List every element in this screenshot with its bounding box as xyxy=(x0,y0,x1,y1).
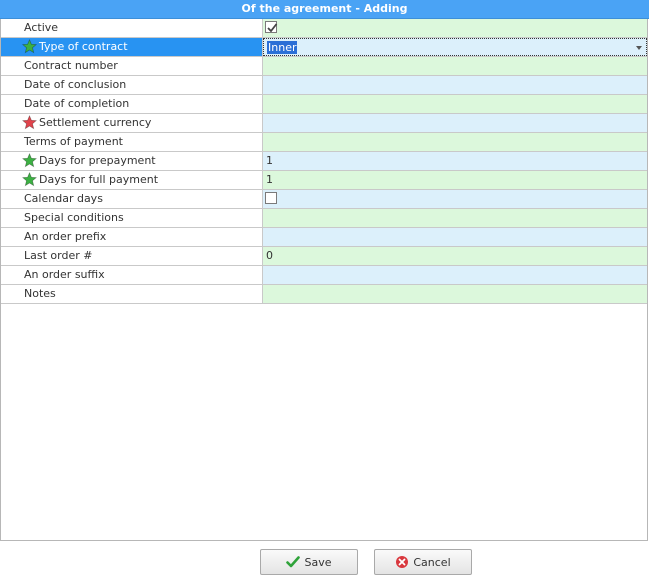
field-label: Type of contract xyxy=(1,38,263,56)
field-label-text: Date of completion xyxy=(24,97,130,110)
field-label-text: An order prefix xyxy=(24,230,107,243)
field-row[interactable]: Last order # 0 xyxy=(1,247,647,266)
field-row[interactable]: Special conditions xyxy=(1,209,647,228)
save-label: Save xyxy=(304,555,332,569)
save-button[interactable]: Save xyxy=(260,549,358,575)
checkmark-icon xyxy=(286,555,301,569)
field-label-text: Date of conclusion xyxy=(24,78,127,91)
field-checkbox-cell[interactable] xyxy=(263,19,647,37)
field-row[interactable]: An order suffix xyxy=(1,266,647,285)
field-value[interactable] xyxy=(263,95,647,113)
field-label-text: Days for prepayment xyxy=(39,154,156,167)
field-label: Calendar days xyxy=(1,190,263,208)
field-row[interactable]: Date of conclusion xyxy=(1,76,647,95)
field-label: Days for full payment xyxy=(1,171,263,189)
checkbox-unchecked[interactable] xyxy=(265,192,277,204)
field-label-text: Last order # xyxy=(24,249,93,262)
field-label: Date of completion xyxy=(1,95,263,113)
field-value[interactable] xyxy=(263,76,647,94)
window-title: Of the agreement - Adding xyxy=(0,0,649,19)
field-label: Days for prepayment xyxy=(1,152,263,170)
checkbox-checked[interactable] xyxy=(265,21,278,33)
field-label: An order suffix xyxy=(1,266,263,284)
field-label-text: Calendar days xyxy=(24,192,103,205)
field-row[interactable]: Days for prepayment 1 xyxy=(1,152,647,171)
cancel-label: Cancel xyxy=(413,555,451,569)
cancel-icon xyxy=(395,555,409,569)
field-row[interactable]: Active xyxy=(1,19,647,38)
contract-type-select[interactable]: Inner xyxy=(263,38,647,56)
select-value: Inner xyxy=(267,41,298,54)
cancel-button[interactable]: Cancel xyxy=(374,549,472,575)
properties-grid: Active Type of contract Inner Contract numb… xyxy=(0,19,648,541)
field-label-text: Active xyxy=(24,21,59,34)
field-row[interactable]: Contract number xyxy=(1,57,647,76)
field-label: An order prefix xyxy=(1,228,263,246)
field-label-text: Notes xyxy=(24,287,56,300)
field-label: Settlement currency xyxy=(1,114,263,132)
field-value[interactable] xyxy=(263,266,647,284)
field-label: Date of conclusion xyxy=(1,76,263,94)
field-row[interactable]: Terms of payment xyxy=(1,133,647,152)
field-value[interactable] xyxy=(263,133,647,151)
star-green-icon xyxy=(21,152,38,168)
field-value[interactable]: 1 xyxy=(263,171,647,189)
star-green-icon xyxy=(21,171,38,187)
field-value[interactable] xyxy=(263,228,647,246)
star-red-icon xyxy=(21,114,38,130)
field-label-text: Type of contract xyxy=(39,40,128,53)
dialog-footer: Save Cancel xyxy=(0,541,649,584)
field-row[interactable]: Date of completion xyxy=(1,95,647,114)
field-label-text: Settlement currency xyxy=(39,116,152,129)
field-label-text: Contract number xyxy=(24,59,118,72)
field-label-text: An order suffix xyxy=(24,268,105,281)
field-value[interactable]: 1 xyxy=(263,152,647,170)
field-value[interactable] xyxy=(263,114,647,132)
field-value[interactable] xyxy=(263,209,647,227)
field-row[interactable]: Days for full payment 1 xyxy=(1,171,647,190)
field-value[interactable] xyxy=(263,285,647,303)
field-value[interactable]: 0 xyxy=(263,247,647,265)
field-row[interactable]: Notes xyxy=(1,285,647,304)
field-checkbox-cell[interactable] xyxy=(263,190,647,208)
field-row[interactable]: An order prefix xyxy=(1,228,647,247)
field-label: Contract number xyxy=(1,57,263,75)
field-label: Last order # xyxy=(1,247,263,265)
field-label-text: Terms of payment xyxy=(24,135,123,148)
field-value[interactable] xyxy=(263,57,647,75)
field-row[interactable]: Settlement currency xyxy=(1,114,647,133)
chevron-down-icon[interactable] xyxy=(636,46,642,50)
field-label: Notes xyxy=(1,285,263,303)
field-label-text: Days for full payment xyxy=(39,173,159,186)
star-green-icon xyxy=(21,38,38,54)
field-label: Special conditions xyxy=(1,209,263,227)
field-label: Active xyxy=(1,19,263,37)
field-row[interactable]: Calendar days xyxy=(1,190,647,209)
field-row[interactable]: Type of contract Inner xyxy=(1,38,647,57)
field-label: Terms of payment xyxy=(1,133,263,151)
field-label-text: Special conditions xyxy=(24,211,124,224)
